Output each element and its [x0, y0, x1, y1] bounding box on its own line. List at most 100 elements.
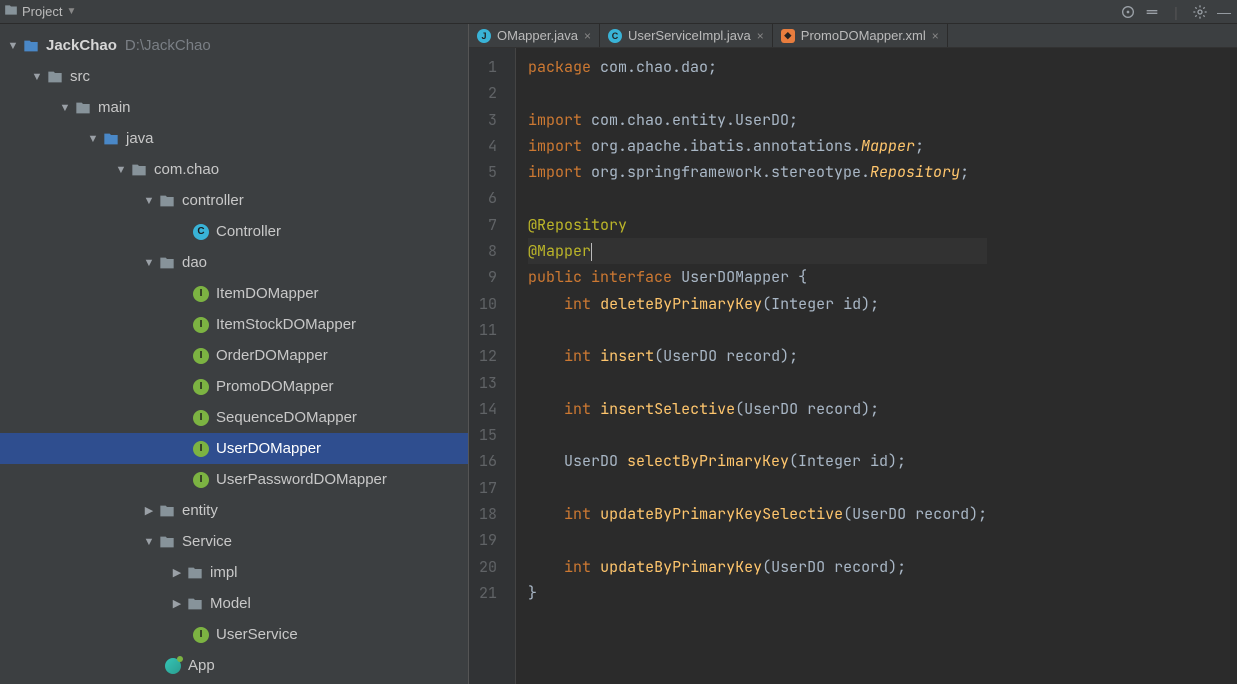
file-icon: J	[477, 29, 491, 43]
label: PromoDOMapper	[216, 378, 334, 395]
package-icon	[130, 161, 148, 179]
interface-icon: I	[192, 316, 210, 334]
interface-icon: I	[192, 440, 210, 458]
tree-controller-class[interactable]: ▼ C Controller	[0, 216, 468, 247]
tree-dao-item[interactable]: ▼IUserPasswordDOMapper	[0, 464, 468, 495]
editor-tabs: JOMapper.java× C UserServiceImpl.java × ◆ Pro…	[469, 24, 1237, 48]
file-icon: C	[608, 29, 622, 43]
tree-dao-item[interactable]: ▼ISequenceDOMapper	[0, 402, 468, 433]
label: ItemStockDOMapper	[216, 316, 356, 333]
project-tree: ▼ JackChao D:\JackChao ▼ src ▼ main ▼	[0, 24, 468, 684]
label: entity	[182, 502, 218, 519]
tree-app[interactable]: ▼ App	[0, 650, 468, 681]
label: UserPasswordDOMapper	[216, 471, 387, 488]
expand-icon[interactable]: ▶	[170, 566, 184, 579]
code-text[interactable]: package com.chao.dao; import com.chao.en…	[516, 48, 987, 684]
collapse-icon[interactable]	[1143, 3, 1161, 21]
expand-icon[interactable]: ▼	[142, 195, 156, 207]
module-icon	[22, 37, 40, 55]
expand-icon[interactable]: ▼	[30, 71, 44, 83]
expand-icon[interactable]: ▶	[142, 504, 156, 517]
interface-icon: I	[192, 285, 210, 303]
label: src	[70, 68, 90, 85]
label: Service	[182, 533, 232, 550]
label: Model	[210, 595, 251, 612]
divider: |	[1167, 3, 1185, 21]
expand-icon[interactable]: ▼	[58, 102, 72, 114]
tree-root[interactable]: ▼ JackChao D:\JackChao	[0, 30, 468, 61]
interface-icon: I	[192, 471, 210, 489]
label: UserService	[216, 626, 298, 643]
locate-icon[interactable]	[1119, 3, 1137, 21]
label: dao	[182, 254, 207, 271]
editor-tab[interactable]: ◆ PromoDOMapper.xml ×	[773, 24, 948, 47]
dropdown-icon: ▼	[66, 6, 76, 17]
app-icon	[164, 657, 182, 675]
label: Controller	[216, 223, 281, 240]
editor: JOMapper.java× C UserServiceImpl.java × ◆ Pro…	[468, 24, 1237, 684]
tree-dao-item[interactable]: ▼IUserDOMapper	[0, 433, 468, 464]
tree-service[interactable]: ▼ Service	[0, 526, 468, 557]
label: com.chao	[154, 161, 219, 178]
label: ItemDOMapper	[216, 285, 319, 302]
tree-java[interactable]: ▼ java	[0, 123, 468, 154]
tree-dao[interactable]: ▼ dao	[0, 247, 468, 278]
expand-icon[interactable]: ▶	[170, 597, 184, 610]
expand-icon[interactable]: ▼	[142, 257, 156, 269]
package-icon	[158, 533, 176, 551]
root-name: JackChao	[46, 37, 117, 54]
label: main	[98, 99, 131, 116]
expand-icon[interactable]: ▼	[6, 40, 20, 52]
project-panel-text: Project	[22, 4, 62, 19]
package-icon	[158, 502, 176, 520]
package-icon	[186, 564, 204, 582]
tree-impl[interactable]: ▶ impl	[0, 557, 468, 588]
tree-entity[interactable]: ▶ entity	[0, 495, 468, 526]
interface-icon: I	[192, 626, 210, 644]
label: controller	[182, 192, 244, 209]
tree-dao-item[interactable]: ▼IPromoDOMapper	[0, 371, 468, 402]
label: UserDOMapper	[216, 440, 321, 457]
code-area[interactable]: 123456789101112131415161718192021 packag…	[469, 48, 1237, 684]
expand-icon[interactable]: ▼	[142, 536, 156, 548]
label: App	[188, 657, 215, 674]
tree-dao-item[interactable]: ▼IOrderDOMapper	[0, 340, 468, 371]
interface-icon: I	[192, 378, 210, 396]
line-gutter: 123456789101112131415161718192021	[469, 48, 516, 684]
interface-icon: I	[192, 409, 210, 427]
folder-icon	[46, 68, 64, 86]
root-path: D:\JackChao	[125, 37, 211, 54]
label: impl	[210, 564, 238, 581]
package-icon	[158, 254, 176, 272]
folder-icon	[74, 99, 92, 117]
tree-dao-item[interactable]: ▼IItemStockDOMapper	[0, 309, 468, 340]
project-panel-label[interactable]: Project ▼	[4, 3, 76, 20]
close-icon[interactable]: ×	[757, 29, 764, 43]
tree-userservice[interactable]: ▼ I UserService	[0, 619, 468, 650]
close-icon[interactable]: ×	[584, 29, 591, 43]
project-toolbar: Project ▼ | —	[0, 0, 1237, 24]
tab-label: UserServiceImpl.java	[628, 28, 751, 43]
tree-package[interactable]: ▼ com.chao	[0, 154, 468, 185]
package-icon	[186, 595, 204, 613]
tree-dao-item[interactable]: ▼IItemDOMapper	[0, 278, 468, 309]
interface-icon: I	[192, 347, 210, 365]
tree-controller[interactable]: ▼ controller	[0, 185, 468, 216]
gear-icon[interactable]	[1191, 3, 1209, 21]
tree-src[interactable]: ▼ src	[0, 61, 468, 92]
tree-model[interactable]: ▶ Model	[0, 588, 468, 619]
close-icon[interactable]: ×	[932, 29, 939, 43]
editor-tab[interactable]: JOMapper.java×	[469, 24, 600, 47]
expand-icon[interactable]: ▼	[86, 133, 100, 145]
expand-icon[interactable]: ▼	[114, 164, 128, 176]
tab-label: PromoDOMapper.xml	[801, 28, 926, 43]
minimize-icon[interactable]: —	[1215, 3, 1233, 21]
src-folder-icon	[102, 130, 120, 148]
label: OrderDOMapper	[216, 347, 328, 364]
label: java	[126, 130, 154, 147]
editor-tab[interactable]: C UserServiceImpl.java ×	[600, 24, 773, 47]
project-icon	[4, 3, 18, 20]
file-icon: ◆	[781, 29, 795, 43]
tree-main[interactable]: ▼ main	[0, 92, 468, 123]
label: SequenceDOMapper	[216, 409, 357, 426]
